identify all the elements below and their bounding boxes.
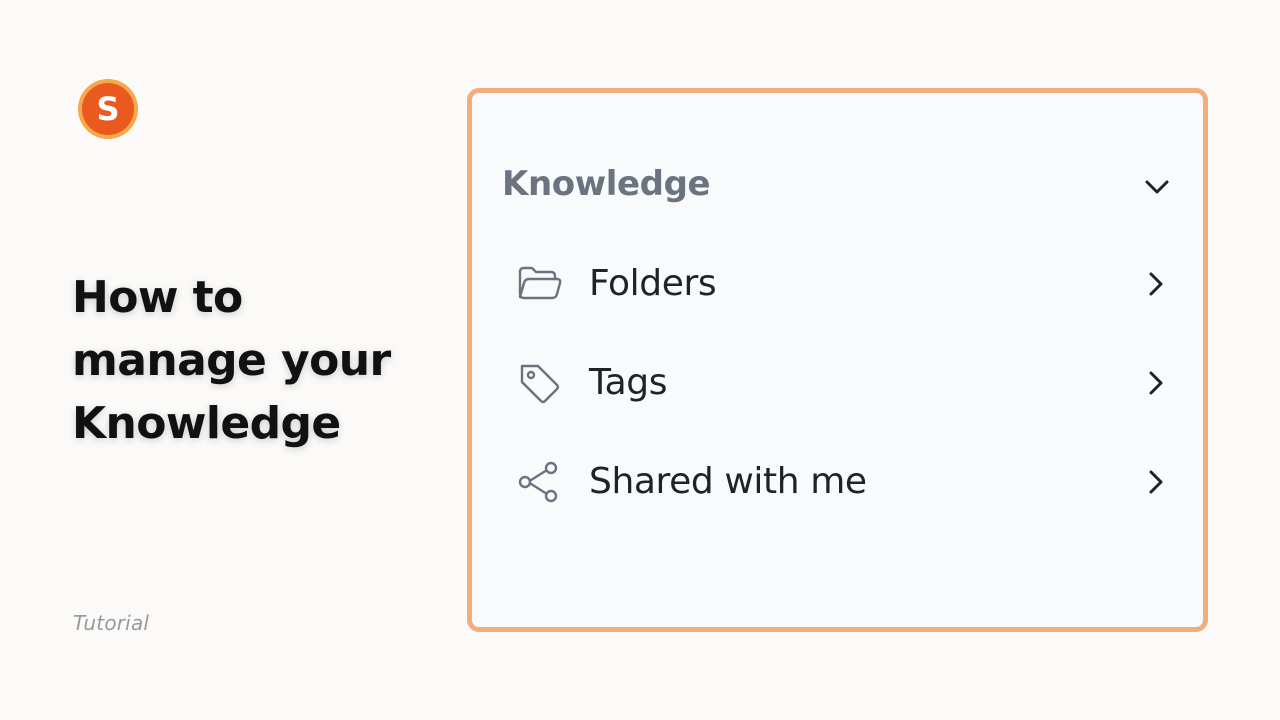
page-title: How to manage your Knowledge bbox=[72, 266, 432, 455]
knowledge-section-header[interactable]: Knowledge bbox=[472, 151, 1203, 221]
sidebar-item-label: Shared with me bbox=[589, 461, 867, 502]
title-line-2: manage your bbox=[72, 335, 391, 386]
page-subtitle: Tutorial bbox=[73, 611, 150, 635]
knowledge-section-title: Knowledge bbox=[502, 164, 711, 204]
sidebar-item-folders[interactable]: Folders bbox=[472, 246, 1203, 318]
chevron-right-icon bbox=[1149, 470, 1163, 494]
title-line-1: How to bbox=[72, 272, 243, 323]
chevron-down-icon bbox=[1145, 180, 1169, 194]
share-icon bbox=[518, 461, 558, 503]
sidebar-item-shared-with-me[interactable]: Shared with me bbox=[472, 444, 1203, 516]
sidebar-item-label: Folders bbox=[589, 263, 717, 304]
sidebar-item-label: Tags bbox=[589, 362, 668, 403]
knowledge-panel: Knowledge Folders Tags Shared with me bbox=[467, 88, 1208, 632]
title-line-3: Knowledge bbox=[72, 398, 341, 449]
logo-letter: S bbox=[96, 90, 119, 128]
brand-logo: S bbox=[77, 78, 139, 140]
chevron-right-icon bbox=[1149, 272, 1163, 296]
tag-icon bbox=[520, 364, 560, 404]
chevron-right-icon bbox=[1149, 371, 1163, 395]
logo-badge-icon: S bbox=[78, 79, 138, 139]
folder-icon bbox=[518, 266, 562, 300]
sidebar-item-tags[interactable]: Tags bbox=[472, 345, 1203, 417]
